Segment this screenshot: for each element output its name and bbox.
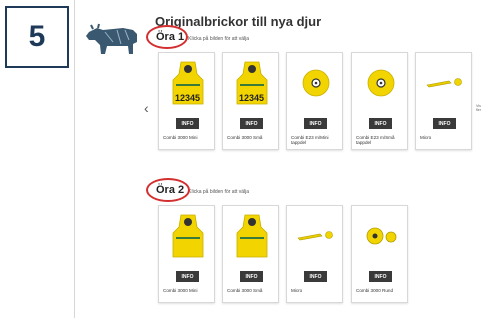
section-hint: Klicka på bilden för att välja (188, 36, 250, 42)
info-button[interactable]: INFO (304, 271, 327, 282)
product-image[interactable]: 12345 (223, 57, 280, 109)
tag-large-icon (236, 214, 267, 258)
product-name: Combi 3000 Små (227, 288, 263, 293)
product-name: Combi E23 m/Små tappdel (356, 135, 395, 146)
tag-round-icon (302, 69, 329, 97)
highlight-ring (146, 25, 188, 49)
info-button[interactable]: INFO (240, 118, 263, 129)
step-number: 5 (28, 20, 46, 53)
product-image[interactable] (287, 57, 344, 109)
product-card[interactable]: INFO Combi E23 m/Små tappdel (351, 52, 408, 150)
product-card[interactable]: INFO Combi E23 m/Mini tappdel (286, 52, 343, 150)
tag-round-icon (367, 69, 394, 97)
product-name: Combi 3000 Mini (163, 288, 198, 293)
product-image[interactable] (352, 57, 409, 109)
section-hint: Klicka på bilden för att välja (188, 189, 250, 195)
step-badge: 5 (5, 6, 69, 68)
info-button[interactable]: INFO (176, 118, 199, 129)
product-card[interactable]: 12345 INFO Combi 3000 Små (222, 52, 279, 150)
tag-button-icon (366, 227, 396, 245)
info-button[interactable]: INFO (369, 118, 392, 129)
info-button[interactable]: INFO (369, 271, 392, 282)
product-name: Combi 3000 Rund (356, 288, 394, 293)
product-image[interactable] (287, 210, 344, 262)
frame-divider (74, 0, 75, 318)
tag-micro-icon (296, 231, 333, 241)
product-card[interactable]: INFO Micro (286, 205, 343, 303)
product-image[interactable]: 12345 (159, 57, 216, 109)
cow-icon (86, 23, 137, 54)
tag-micro-icon (425, 78, 462, 88)
product-card[interactable]: INFO Combi 3000 Mini (158, 205, 215, 303)
product-name: Micro (420, 135, 432, 140)
product-image[interactable] (352, 210, 409, 262)
carousel-prev-button[interactable]: ‹ (144, 100, 149, 116)
animal-thumbnail (76, 10, 150, 70)
highlight-ring (146, 178, 190, 202)
info-button[interactable]: INFO (240, 271, 263, 282)
info-button[interactable]: INFO (304, 118, 327, 129)
product-image[interactable] (416, 57, 473, 109)
info-button[interactable]: INFO (433, 118, 456, 129)
product-name: Combi 3000 Små (227, 135, 263, 140)
product-card[interactable]: 12345 INFO Combi 3000 Mini (158, 52, 215, 150)
product-image[interactable] (223, 210, 280, 262)
product-name: Combi E23 m/Mini tappdel (291, 135, 329, 146)
product-card[interactable]: INFO Micro (415, 52, 472, 150)
tag-number: 12345 (238, 93, 265, 103)
carousel-side-note: Vis fler (476, 104, 481, 112)
product-image[interactable] (159, 210, 216, 262)
product-card[interactable]: INFO Combi 3000 Små (222, 205, 279, 303)
product-name: Combi 3000 Mini (163, 135, 198, 140)
tag-number: 12345 (174, 93, 201, 103)
product-card[interactable]: INFO Combi 3000 Rund (351, 205, 408, 303)
tag-large-icon (172, 214, 203, 258)
product-name: Micro (291, 288, 303, 293)
info-button[interactable]: INFO (176, 271, 199, 282)
